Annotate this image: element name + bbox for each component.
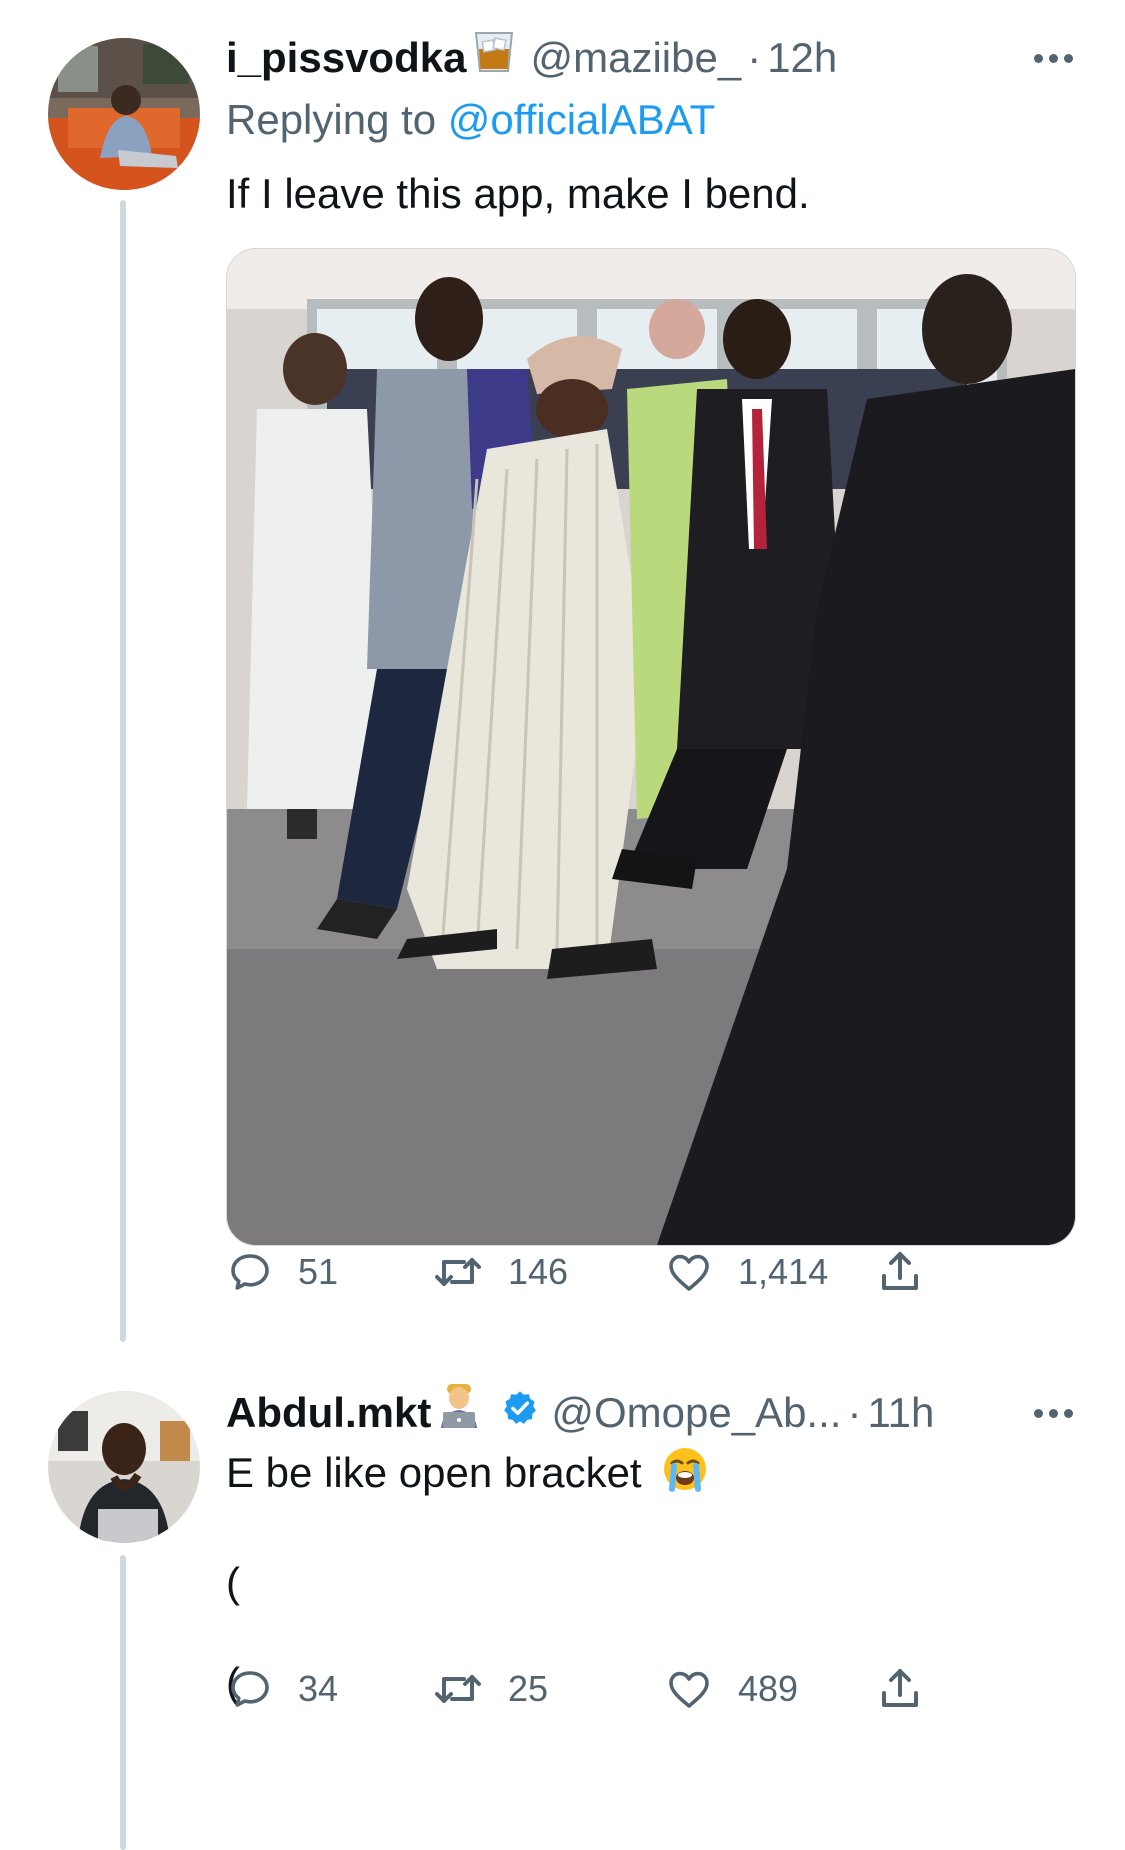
tweet-actions: 51 146 1,414 bbox=[226, 1242, 1074, 1302]
like-button[interactable]: 1,414 bbox=[664, 1248, 828, 1296]
retweet-count: 146 bbox=[508, 1251, 569, 1292]
timestamp[interactable]: 11h bbox=[867, 1385, 934, 1441]
tweet-header: i_pissvodka @maziibe_ · 12h bbox=[226, 30, 1073, 86]
avatar[interactable] bbox=[48, 38, 200, 190]
tweet-media-photo[interactable] bbox=[226, 248, 1076, 1246]
reply-button[interactable]: 34 bbox=[226, 1665, 338, 1713]
heart-icon bbox=[669, 1254, 709, 1291]
technologist-icon bbox=[435, 1382, 483, 1444]
reply-button[interactable]: 51 bbox=[226, 1248, 338, 1296]
timestamp[interactable]: 12h bbox=[767, 30, 837, 86]
reply-count: 34 bbox=[298, 1668, 339, 1709]
display-name[interactable]: i_pissvodka bbox=[226, 30, 466, 86]
reply-icon bbox=[231, 1254, 269, 1290]
like-button[interactable]: 489 bbox=[664, 1665, 798, 1713]
retweet-button[interactable]: 25 bbox=[432, 1665, 548, 1713]
verified-badge-icon bbox=[501, 1385, 539, 1441]
share-button[interactable] bbox=[876, 1248, 924, 1296]
tweet-text-line-1: E be like open bracket bbox=[226, 1449, 642, 1497]
tweet-body: i_pissvodka @maziibe_ · 12h Replying to … bbox=[226, 30, 1073, 222]
handle[interactable]: @Omope_Ab... bbox=[551, 1385, 841, 1441]
tweet-text-line-2: ( bbox=[226, 1559, 240, 1606]
tweet-header: Abdul.mkt @Omope_Ab... · 11h bbox=[226, 1382, 1073, 1444]
heart-icon bbox=[669, 1671, 709, 1708]
retweet-icon bbox=[435, 1258, 481, 1286]
retweet-icon bbox=[435, 1675, 481, 1703]
tumbler-glass-icon bbox=[470, 27, 518, 89]
more-options-button[interactable] bbox=[1034, 1385, 1073, 1441]
separator-dot: · bbox=[847, 1389, 862, 1436]
retweet-button[interactable]: 146 bbox=[432, 1248, 568, 1296]
replying-to: Replying to @officialABAT bbox=[226, 92, 1073, 148]
thread-line bbox=[120, 200, 126, 1342]
like-count: 489 bbox=[738, 1668, 799, 1709]
retweet-count: 25 bbox=[508, 1668, 549, 1709]
crying-face-icon bbox=[661, 1445, 709, 1507]
share-icon bbox=[882, 1669, 918, 1707]
replying-prefix: Replying to bbox=[226, 96, 437, 143]
like-count: 1,414 bbox=[738, 1251, 829, 1292]
share-icon bbox=[882, 1252, 918, 1290]
display-name[interactable]: Abdul.mkt bbox=[226, 1385, 431, 1441]
tweet-1[interactable]: i_pissvodka @maziibe_ · 12h Replying to … bbox=[0, 0, 1125, 1342]
more-icon bbox=[1034, 1408, 1073, 1418]
avatar[interactable] bbox=[48, 1391, 200, 1543]
reply-count: 51 bbox=[298, 1251, 339, 1292]
tweet-2[interactable]: Abdul.mkt @Omope_Ab... · 11h E be like o… bbox=[0, 1355, 1125, 1850]
replying-to-mention[interactable]: @officialABAT bbox=[448, 96, 716, 143]
handle[interactable]: @maziibe_ bbox=[530, 30, 741, 86]
share-button[interactable] bbox=[876, 1665, 924, 1713]
tweet-text: If I leave this app, make I bend. bbox=[226, 170, 810, 217]
more-icon bbox=[1034, 53, 1073, 63]
tweet-actions: 34 25 489 bbox=[226, 1659, 1074, 1719]
separator-dot: · bbox=[747, 34, 762, 81]
reply-icon bbox=[231, 1671, 269, 1707]
thread-line bbox=[120, 1555, 126, 1850]
more-options-button[interactable] bbox=[1034, 30, 1073, 86]
